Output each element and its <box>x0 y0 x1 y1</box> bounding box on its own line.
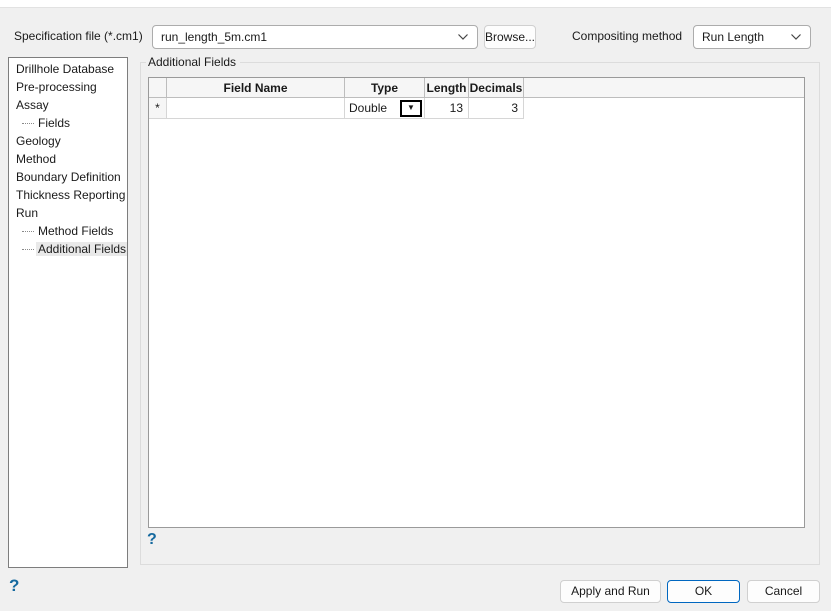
column-header-length: Length <box>425 78 469 98</box>
tree-item-thickness-reporting[interactable]: Thickness Reporting <box>9 186 127 204</box>
tree-item-assay[interactable]: Assay <box>9 96 127 114</box>
cancel-button[interactable]: Cancel <box>747 580 820 603</box>
tree-connector <box>22 123 34 125</box>
tree-item-geology[interactable]: Geology <box>9 132 127 150</box>
tree-connector <box>22 231 34 233</box>
length-cell[interactable]: 13 <box>425 98 469 119</box>
titlebar-strip <box>0 0 831 8</box>
type-dropdown-button[interactable]: ▼ <box>400 99 422 117</box>
type-cell[interactable]: Double ▼ <box>345 98 425 119</box>
tree-item-pre-processing[interactable]: Pre-processing <box>9 78 127 96</box>
column-header-field-name: Field Name <box>167 78 345 98</box>
tree-item-method-fields[interactable]: Method Fields <box>9 222 127 240</box>
decimals-cell[interactable]: 3 <box>469 98 524 119</box>
table-row: * Double ▼ 13 3 <box>149 98 804 119</box>
tree-item-method[interactable]: Method <box>9 150 127 168</box>
tree-item-drillhole-database[interactable]: Drillhole Database <box>9 60 127 78</box>
row-header-new-row-marker: * <box>149 98 167 119</box>
tree-item-run[interactable]: Run <box>9 204 127 222</box>
browse-button[interactable]: Browse... <box>484 25 536 49</box>
tree-connector <box>22 249 34 251</box>
apply-and-run-button[interactable]: Apply and Run <box>560 580 661 603</box>
specification-file-label: Specification file (*.cm1) <box>14 29 143 43</box>
column-header-filler <box>524 78 804 98</box>
grid-help-icon[interactable]: ? <box>147 531 157 549</box>
additional-fields-group-title: Additional Fields <box>146 55 241 69</box>
column-header-decimals: Decimals <box>469 78 524 98</box>
chevron-down-icon <box>790 33 802 41</box>
grid-corner-cell <box>149 78 167 98</box>
field-name-cell[interactable] <box>167 98 345 119</box>
compositing-dialog: { "header": { "spec_label": "Specificati… <box>0 0 831 611</box>
chevron-down-icon <box>457 33 469 41</box>
specification-file-value: run_length_5m.cm1 <box>161 30 268 44</box>
dropdown-arrow-icon: ▼ <box>407 103 415 112</box>
grid-header-row: Field Name Type Length Decimals <box>149 78 804 98</box>
type-cell-value: Double <box>349 101 388 115</box>
settings-nav-tree: Drillhole Database Pre-processing Assay … <box>8 57 128 568</box>
compositing-method-combobox[interactable]: Run Length <box>693 25 811 49</box>
tree-item-additional-fields[interactable]: Additional Fields <box>9 240 127 258</box>
column-header-type: Type <box>345 78 425 98</box>
compositing-method-value: Run Length <box>702 30 765 44</box>
ok-button[interactable]: OK <box>667 580 740 603</box>
tree-item-boundary-definition[interactable]: Boundary Definition <box>9 168 127 186</box>
compositing-method-label: Compositing method <box>572 29 683 43</box>
grid-empty-area <box>149 119 804 527</box>
dialog-help-icon[interactable]: ? <box>9 576 19 596</box>
specification-file-combobox[interactable]: run_length_5m.cm1 <box>152 25 478 49</box>
row-filler-cell <box>524 98 804 119</box>
tree-item-assay-fields[interactable]: Fields <box>9 114 127 132</box>
additional-fields-grid: Field Name Type Length Decimals * Double… <box>148 77 805 528</box>
